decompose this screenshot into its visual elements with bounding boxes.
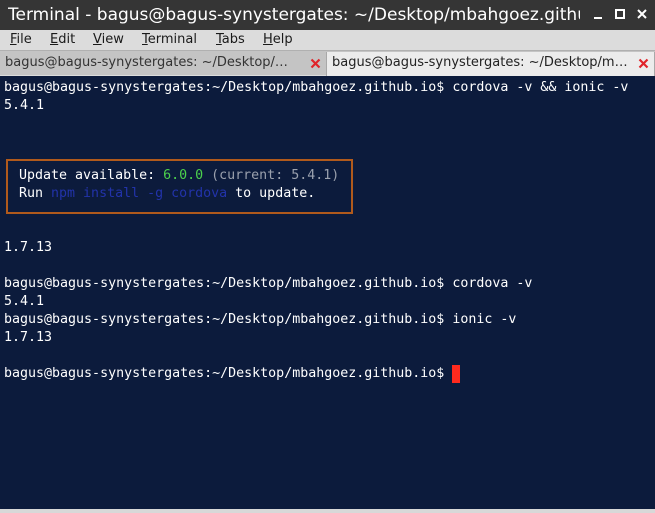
menu-help[interactable]: Help xyxy=(263,31,293,49)
window-border xyxy=(0,509,655,513)
update-notice-line: Update available: 6.0.0 (current: 5.4.1) xyxy=(19,168,340,183)
tab-2[interactable]: bagus@bagus-synystergates: ~/Desktop/m… xyxy=(327,52,655,76)
window-title: Terminal - bagus@bagus-synystergates: ~/… xyxy=(8,5,580,25)
minimize-button[interactable] xyxy=(589,5,607,23)
terminal-line: 5.4.1 xyxy=(4,294,45,309)
terminal-line: bagus@bagus-synystergates:~/Desktop/mbah… xyxy=(4,312,517,327)
menu-view[interactable]: View xyxy=(93,31,124,49)
maximize-button[interactable] xyxy=(611,5,629,23)
title-bar[interactable]: Terminal - bagus@bagus-synystergates: ~/… xyxy=(0,0,655,30)
tab-1-label: bagus@bagus-synystergates: ~/Desktop/… xyxy=(5,55,288,70)
terminal-output[interactable]: bagus@bagus-synystergates:~/Desktop/mbah… xyxy=(0,76,655,513)
menu-edit[interactable]: Edit xyxy=(50,31,75,49)
menu-file[interactable]: File xyxy=(10,31,32,49)
tab-1-close-icon[interactable] xyxy=(309,52,323,74)
tab-bar: bagus@bagus-synystergates: ~/Desktop/… b… xyxy=(0,50,655,76)
terminal-line: bagus@bagus-synystergates:~/Desktop/mbah… xyxy=(4,80,629,95)
terminal-line: 5.4.1 xyxy=(4,98,45,113)
menu-terminal[interactable]: Terminal xyxy=(142,31,197,49)
terminal-cursor xyxy=(452,365,460,383)
terminal-line: bagus@bagus-synystergates:~/Desktop/mbah… xyxy=(4,276,533,291)
close-icon xyxy=(637,9,647,19)
terminal-line: 1.7.13 xyxy=(4,240,53,255)
update-run-line: Run npm install -g cordova to update. xyxy=(19,186,316,201)
tab-2-close-icon[interactable] xyxy=(637,52,651,74)
menu-tabs[interactable]: Tabs xyxy=(216,31,245,49)
menu-bar: File Edit View Terminal Tabs Help xyxy=(0,30,655,50)
terminal-prompt-line: bagus@bagus-synystergates:~/Desktop/mbah… xyxy=(4,366,453,381)
close-button[interactable] xyxy=(633,5,651,23)
terminal-line: 1.7.13 xyxy=(4,330,53,345)
tab-1[interactable]: bagus@bagus-synystergates: ~/Desktop/… xyxy=(0,52,327,76)
tab-2-label: bagus@bagus-synystergates: ~/Desktop/m… xyxy=(332,55,628,70)
